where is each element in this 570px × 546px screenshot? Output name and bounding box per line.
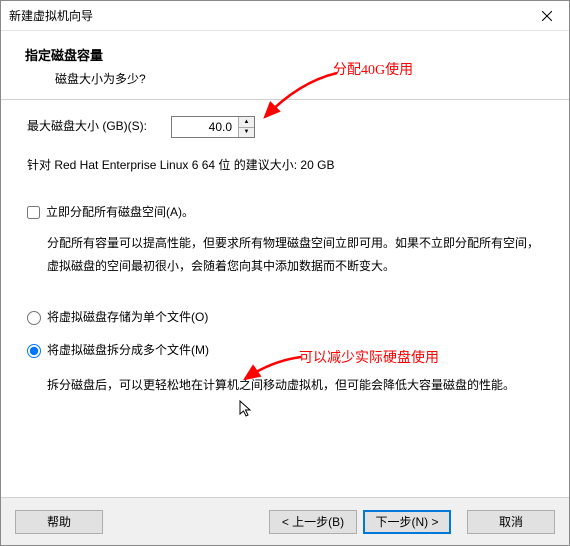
spinner-down-button[interactable]: ▼ [239,128,254,138]
help-button[interactable]: 帮助 [15,510,103,534]
recommended-size-text: 针对 Red Hat Enterprise Linux 6 64 位 的建议大小… [27,156,543,175]
radio-single-file-label: 将虚拟磁盘存储为单个文件(O) [47,308,208,327]
close-icon [542,11,552,21]
radio-split-file-row[interactable]: 将虚拟磁盘拆分成多个文件(M) [27,341,543,360]
radio-split-file[interactable] [27,344,41,358]
radio-split-file-label: 将虚拟磁盘拆分成多个文件(M) [47,341,209,360]
page-title: 指定磁盘容量 [25,45,549,64]
disk-size-label: 最大磁盘大小 (GB)(S): [27,117,147,136]
titlebar: 新建虚拟机向导 [1,1,569,31]
wizard-window: 新建虚拟机向导 指定磁盘容量 磁盘大小为多少? 最大磁盘大小 (GB)(S): … [0,0,570,546]
wizard-body: 最大磁盘大小 (GB)(S): ▲ ▼ 针对 Red Hat Enterpris… [1,100,569,497]
page-subtitle: 磁盘大小为多少? [55,70,549,87]
allocate-now-explain: 分配所有容量可以提高性能，但要求所有物理磁盘空间立即可用。如果不立即分配所有空间… [47,232,543,278]
next-button[interactable]: 下一步(N) > [363,510,451,534]
split-file-explain: 拆分磁盘后，可以更轻松地在计算机之间移动虚拟机，但可能会降低大容量磁盘的性能。 [47,374,543,397]
allocate-now-checkbox[interactable] [27,206,40,219]
wizard-header: 指定磁盘容量 磁盘大小为多少? [1,31,569,100]
spinner-buttons: ▲ ▼ [238,117,254,137]
cursor-icon [239,400,253,427]
wizard-footer: 帮助 < 上一步(B) 下一步(N) > 取消 [1,497,569,545]
back-button[interactable]: < 上一步(B) [269,510,357,534]
disk-size-spinner[interactable]: ▲ ▼ [171,116,255,138]
radio-single-file-row[interactable]: 将虚拟磁盘存储为单个文件(O) [27,308,543,327]
radio-single-file[interactable] [27,311,41,325]
allocate-now-checkbox-row[interactable]: 立即分配所有磁盘空间(A)。 [27,203,543,222]
close-button[interactable] [524,1,569,31]
spinner-up-button[interactable]: ▲ [239,117,254,128]
disk-size-input[interactable] [172,117,238,137]
cancel-button[interactable]: 取消 [467,510,555,534]
disk-size-row: 最大磁盘大小 (GB)(S): ▲ ▼ [27,116,543,138]
allocate-now-label: 立即分配所有磁盘空间(A)。 [46,203,194,222]
window-title: 新建虚拟机向导 [9,7,93,24]
disk-file-radio-group: 将虚拟磁盘存储为单个文件(O) 将虚拟磁盘拆分成多个文件(M) 拆分磁盘后，可以… [27,308,543,397]
